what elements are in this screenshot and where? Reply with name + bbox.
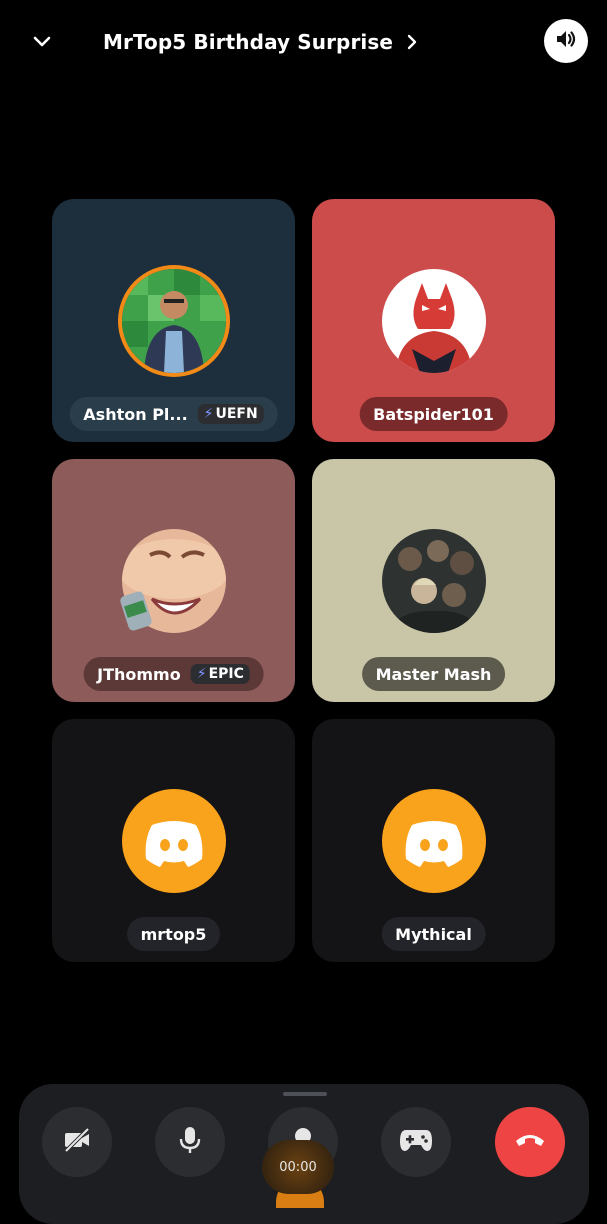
participant-tile-ashton[interactable]: Ashton Pl... ⚡ UEFN (52, 199, 295, 442)
participant-name: Mythical (395, 924, 472, 944)
microphone-button[interactable] (155, 1107, 225, 1177)
participant-tile-jthommo[interactable]: JThommo ⚡ EPIC (52, 459, 295, 702)
participant-tile-master-mash[interactable]: Master Mash (312, 459, 555, 702)
can-sticker-icon (120, 591, 152, 631)
participant-name: Ashton Pl... (83, 404, 188, 424)
lightning-icon: ⚡ (196, 666, 207, 682)
avatar (382, 529, 486, 633)
avatar (382, 269, 486, 373)
channel-title-button[interactable]: MrTop5 Birthday Surprise (103, 30, 421, 54)
hang-up-icon (514, 1130, 546, 1154)
participant-nameplate: Batspider101 (359, 397, 508, 431)
chevron-down-icon[interactable] (28, 28, 56, 56)
microphone-icon (176, 1125, 204, 1159)
game-controller-icon (399, 1127, 433, 1157)
status-badge: ⚡ EPIC (190, 664, 250, 684)
participant-name: JThommo (97, 664, 181, 684)
avatar (122, 789, 226, 893)
participant-name: mrtop5 (140, 924, 207, 944)
activities-button[interactable] (381, 1107, 451, 1177)
participant-name: Batspider101 (373, 404, 494, 424)
camera-off-icon (62, 1125, 92, 1159)
participant-nameplate: Mythical (381, 917, 486, 951)
channel-title: MrTop5 Birthday Surprise (103, 30, 394, 54)
participant-nameplate: JThommo ⚡ EPIC (83, 657, 264, 691)
call-header: MrTop5 Birthday Surprise (0, 0, 607, 86)
hang-up-button[interactable] (495, 1107, 565, 1177)
camera-toggle-button[interactable] (42, 1107, 112, 1177)
participant-name: Master Mash (375, 664, 492, 684)
participant-tile-batspider[interactable]: Batspider101 (312, 199, 555, 442)
chevron-right-icon (403, 33, 421, 51)
status-badge: ⚡ UEFN (197, 404, 264, 424)
participant-nameplate: Ashton Pl... ⚡ UEFN (69, 397, 278, 431)
drag-handle[interactable] (283, 1092, 327, 1096)
call-timer: 00:00 (262, 1140, 334, 1194)
lightning-icon: ⚡ (203, 406, 214, 422)
discord-logo-icon (145, 821, 203, 867)
participant-nameplate: mrtop5 (126, 917, 221, 951)
speaker-button[interactable] (544, 19, 588, 63)
participant-tile-mythical[interactable]: Mythical (312, 719, 555, 962)
avatar (122, 269, 226, 373)
participant-nameplate: Master Mash (361, 657, 506, 691)
speaker-icon (554, 27, 578, 55)
participant-tile-mrtop5[interactable]: mrtop5 (52, 719, 295, 962)
discord-logo-icon (405, 821, 463, 867)
avatar (382, 789, 486, 893)
